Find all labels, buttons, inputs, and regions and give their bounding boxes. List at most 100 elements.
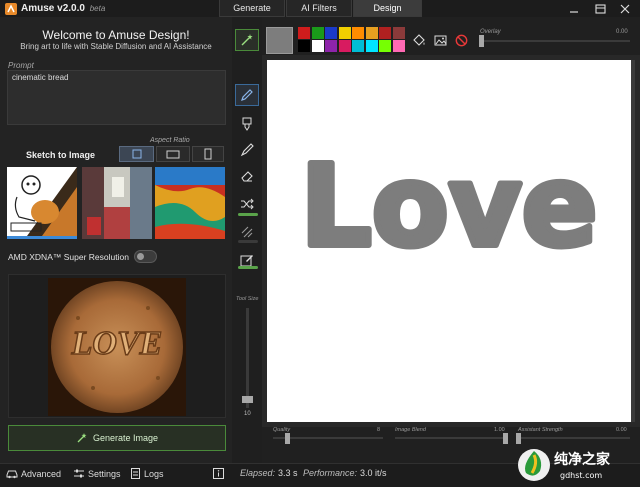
generate-image-button[interactable]: Generate Image (8, 425, 226, 451)
color-swatch[interactable] (311, 27, 324, 39)
tab-ai-filters[interactable]: AI Filters (286, 0, 352, 17)
assistant-strength-label: Assistant Strength (518, 427, 563, 433)
tab-generate[interactable]: Generate (219, 0, 285, 17)
portrait-aspect-icon (204, 148, 212, 160)
aspect-ratio-label: Aspect Ratio (150, 137, 190, 144)
shuffle-icon (241, 198, 254, 210)
tool-size-label: Tool Size (236, 296, 259, 302)
color-swatch[interactable] (365, 40, 378, 52)
prompt-input[interactable]: cinematic bread (7, 70, 226, 125)
color-swatch[interactable] (365, 27, 378, 39)
brush-icon (242, 117, 252, 131)
car-icon (6, 470, 18, 479)
sketch-thumbnail-3[interactable] (155, 167, 225, 239)
lines-indicator (238, 240, 258, 243)
generate-image-label: Generate Image (92, 433, 159, 443)
color-swatch[interactable] (392, 40, 405, 52)
overlay-slider-thumb[interactable] (479, 35, 484, 47)
edit-indicator (238, 266, 258, 269)
color-swatch[interactable] (352, 40, 364, 52)
pencil-tool[interactable] (235, 139, 259, 161)
color-swatch[interactable] (338, 27, 351, 39)
maximize-button[interactable] (589, 0, 611, 17)
info-icon (213, 468, 224, 479)
watermark-title: 纯净之家 (554, 451, 611, 468)
advanced-label: Advanced (21, 468, 62, 479)
settings-label: Settings (88, 468, 121, 479)
logs-button[interactable]: Logs (130, 468, 164, 479)
close-button[interactable] (614, 0, 636, 17)
welcome-title: Welcome to Amuse Design! (42, 28, 190, 42)
tool-size-thumb[interactable] (242, 396, 253, 403)
quality-value: 8 (377, 427, 381, 433)
sketch-thumbnail-2[interactable] (82, 167, 152, 239)
super-resolution-toggle[interactable] (134, 250, 157, 263)
performance-value: 3.0 it/s (360, 468, 387, 478)
paint-bucket-icon (413, 34, 425, 46)
info-button[interactable] (213, 468, 224, 479)
app-version: v2.0.0 (57, 3, 85, 14)
color-swatch[interactable] (352, 27, 364, 39)
brush-tool[interactable] (235, 113, 259, 135)
eraser-tool[interactable] (235, 165, 259, 187)
sketch-text: Love (300, 142, 597, 272)
toggle-knob (137, 253, 144, 260)
image-blend-slider-thumb[interactable] (503, 433, 508, 444)
overlay-slider[interactable] (480, 40, 630, 42)
image-button[interactable] (434, 34, 447, 47)
generated-image-text: LOVE (71, 325, 163, 362)
minimize-button[interactable] (563, 0, 585, 17)
color-swatch[interactable] (325, 27, 337, 39)
assistant-button[interactable] (235, 29, 259, 51)
prompt-label: Prompt (8, 61, 34, 70)
pen-tool[interactable] (235, 84, 259, 106)
app-name: Amuse (21, 3, 55, 14)
super-resolution-label: AMD XDNA™ Super Resolution (8, 252, 129, 262)
advanced-button[interactable]: Advanced (6, 468, 61, 479)
landscape-aspect-icon (166, 150, 180, 159)
color-swatch[interactable] (298, 27, 310, 39)
assistant-strength-slider-thumb[interactable] (516, 433, 521, 444)
aspect-square-button[interactable] (119, 146, 154, 162)
aspect-landscape-button[interactable] (156, 146, 190, 162)
color-swatch[interactable] (379, 27, 391, 39)
tool-size-value: 10 (244, 411, 251, 417)
fill-button[interactable] (412, 34, 426, 47)
watermark-url: gdhst.com (560, 471, 602, 480)
app-channel: beta (89, 4, 106, 13)
magic-wand-icon (241, 34, 253, 46)
color-swatch[interactable] (311, 40, 324, 52)
image-icon (434, 35, 447, 46)
clear-button[interactable] (455, 34, 468, 47)
maximize-icon (594, 3, 606, 14)
settings-button[interactable]: Settings (73, 468, 121, 479)
app-title: Amuse v2.0.0 beta (21, 3, 105, 14)
drawing-canvas[interactable]: Love (267, 60, 631, 422)
tab-design[interactable]: Design (353, 0, 422, 17)
assistant-strength-slider[interactable] (518, 437, 630, 439)
aspect-portrait-button[interactable] (192, 146, 224, 162)
color-swatch[interactable] (392, 27, 405, 39)
sketch-thumbnail-1[interactable] (7, 167, 77, 239)
welcome-subtitle: Bring art to life with Stable Diffusion … (20, 42, 212, 51)
close-icon (620, 4, 630, 13)
logs-label: Logs (144, 468, 164, 479)
color-swatch[interactable] (379, 40, 391, 52)
current-color-swatch[interactable] (266, 27, 293, 54)
image-blend-label: Image Blend (395, 427, 426, 433)
eraser-icon (241, 171, 253, 182)
shuffle-tool[interactable] (235, 193, 259, 215)
image-blend-slider[interactable] (395, 437, 507, 439)
sliders-icon (74, 469, 84, 478)
document-icon (131, 468, 140, 479)
overlay-value: 0.00 (616, 29, 628, 35)
tool-size-slider[interactable] (246, 308, 249, 408)
no-entry-icon (455, 34, 468, 47)
generated-image: LOVE (48, 278, 186, 416)
elapsed-readout: Elapsed: 3.3 s (240, 468, 298, 478)
color-swatch[interactable] (298, 40, 310, 52)
color-swatch[interactable] (325, 40, 337, 52)
canvas-scrollbar[interactable] (631, 60, 635, 422)
color-swatch[interactable] (338, 40, 351, 52)
quality-slider-thumb[interactable] (285, 433, 290, 444)
